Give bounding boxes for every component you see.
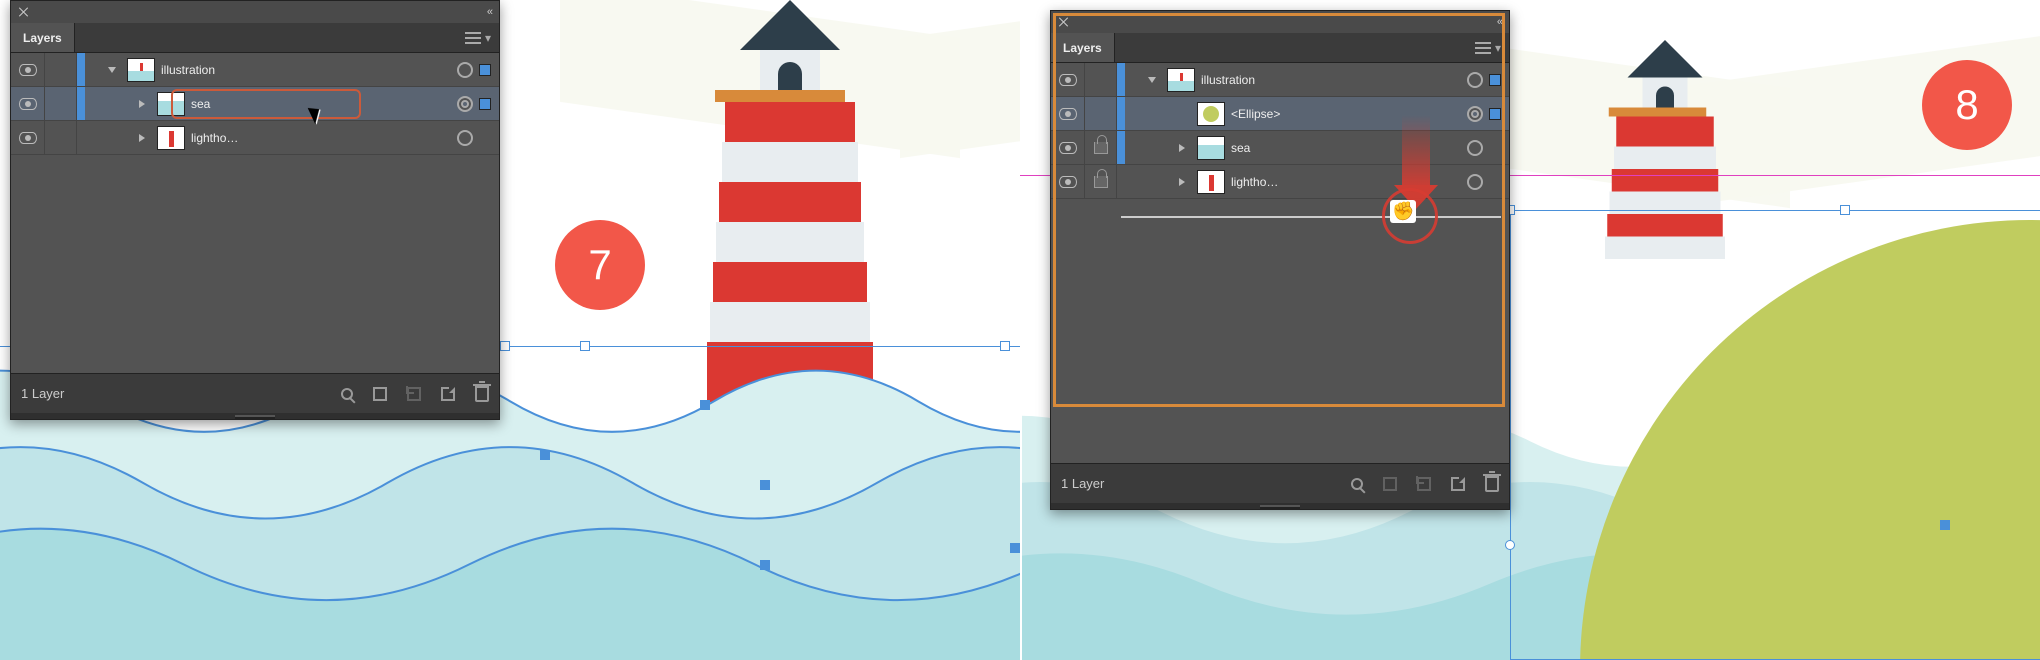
target-icon[interactable] <box>457 62 473 78</box>
layer-color-chip <box>1489 108 1501 120</box>
layer-name-label: illustration <box>1201 73 1461 87</box>
anchor-point[interactable] <box>1010 543 1020 553</box>
new-layer-icon[interactable] <box>1451 477 1465 491</box>
layer-name-label[interactable]: sea <box>191 97 451 111</box>
lock-toggle-icon[interactable] <box>1085 165 1117 198</box>
visibility-toggle-icon[interactable] <box>19 98 37 110</box>
layer-row-illustration[interactable]: illustration <box>11 53 499 87</box>
layer-row-sea[interactable]: sea <box>11 87 499 121</box>
grab-cursor-icon: ✊ <box>1390 200 1416 223</box>
delete-layer-icon[interactable] <box>1485 476 1499 492</box>
layer-row-lighthouse[interactable]: lightho… <box>11 121 499 155</box>
panel-menu-button[interactable]: ▾ <box>457 23 499 52</box>
anchor-point[interactable] <box>700 400 710 410</box>
layer-count-label: 1 Layer <box>1061 476 1104 491</box>
panel-resize-grip[interactable] <box>1051 503 1509 509</box>
layer-thumbnail <box>1197 102 1225 126</box>
delete-layer-icon[interactable] <box>475 386 489 402</box>
lock-column[interactable] <box>1085 97 1117 130</box>
layer-row-sea[interactable]: sea <box>1051 131 1509 165</box>
lock-column[interactable] <box>45 53 77 86</box>
visibility-toggle-icon[interactable] <box>19 132 37 144</box>
make-clipping-mask-icon[interactable] <box>1383 477 1397 491</box>
center-point[interactable] <box>1940 520 1950 530</box>
selection-handle[interactable] <box>500 341 510 351</box>
target-icon[interactable] <box>457 96 473 112</box>
layer-color-chip <box>479 98 491 110</box>
visibility-toggle-icon[interactable] <box>19 64 37 76</box>
target-icon[interactable] <box>1467 174 1483 190</box>
lock-column[interactable] <box>1085 63 1117 96</box>
locate-object-icon[interactable] <box>341 388 353 400</box>
lock-column[interactable] <box>45 87 77 120</box>
layers-list: illustration sea <box>11 53 499 373</box>
drop-indicator <box>1121 216 1501 218</box>
layer-name-label: lightho… <box>191 131 451 145</box>
make-clipping-mask-icon[interactable] <box>373 387 387 401</box>
layer-row-lighthouse[interactable]: lightho… <box>1051 165 1509 199</box>
layer-color-chip <box>1489 74 1501 86</box>
layer-count-label: 1 Layer <box>21 386 64 401</box>
close-icon[interactable] <box>1057 15 1071 29</box>
layer-thumbnail <box>157 92 185 116</box>
target-icon[interactable] <box>457 130 473 146</box>
target-icon[interactable] <box>1467 72 1483 88</box>
step-badge-8: 8 <box>1922 60 2012 150</box>
selection-bounds <box>1510 210 2040 660</box>
layer-color-chip <box>479 64 491 76</box>
lock-column[interactable] <box>45 121 77 154</box>
step-badge-7: 7 <box>555 220 645 310</box>
screenshot-divider <box>1020 0 1022 660</box>
collapse-icon[interactable]: « <box>1497 16 1503 28</box>
layer-thumbnail <box>1197 136 1225 160</box>
disclosure-triangle-icon[interactable] <box>1179 178 1185 186</box>
visibility-toggle-icon[interactable] <box>1059 108 1077 120</box>
selection-handle[interactable] <box>1840 205 1850 215</box>
panel-menu-button[interactable]: ▾ <box>1467 33 1509 62</box>
create-sublayer-icon[interactable] <box>1417 477 1431 491</box>
layers-tab[interactable]: Layers <box>1051 33 1115 62</box>
anchor-point[interactable] <box>760 480 770 490</box>
canvas-step-8: 8 « Layers ▾ illustration <box>1020 0 2040 660</box>
layers-tab[interactable]: Layers <box>11 23 75 52</box>
disclosure-triangle-icon[interactable] <box>1148 77 1156 83</box>
layers-panel: « Layers ▾ illustration <box>1050 10 1510 510</box>
layer-row-illustration[interactable]: illustration <box>1051 63 1509 97</box>
layers-list: illustration <Ellipse> <box>1051 63 1509 463</box>
anchor-point[interactable] <box>760 560 770 570</box>
collapse-icon[interactable]: « <box>487 6 493 18</box>
visibility-toggle-icon[interactable] <box>1059 142 1077 154</box>
close-icon[interactable] <box>17 5 31 19</box>
visibility-toggle-icon[interactable] <box>1059 74 1077 86</box>
create-sublayer-icon[interactable] <box>407 387 421 401</box>
disclosure-triangle-icon[interactable] <box>108 67 116 73</box>
new-layer-icon[interactable] <box>441 387 455 401</box>
layer-thumbnail <box>1167 68 1195 92</box>
layer-name-label: illustration <box>161 63 451 77</box>
layer-row-ellipse[interactable]: <Ellipse> <box>1051 97 1509 131</box>
panel-resize-grip[interactable] <box>11 413 499 419</box>
layers-panel: « Layers ▾ illustration <box>10 0 500 420</box>
disclosure-triangle-icon[interactable] <box>139 100 145 108</box>
target-icon[interactable] <box>1467 106 1483 122</box>
anchor-point[interactable] <box>540 450 550 460</box>
visibility-toggle-icon[interactable] <box>1059 176 1077 188</box>
disclosure-triangle-icon[interactable] <box>1179 144 1185 152</box>
layer-thumbnail <box>157 126 185 150</box>
disclosure-triangle-icon[interactable] <box>139 134 145 142</box>
layer-thumbnail <box>127 58 155 82</box>
selection-handle[interactable] <box>1505 540 1515 550</box>
target-icon[interactable] <box>1467 140 1483 156</box>
selection-handle[interactable] <box>1000 341 1010 351</box>
canvas-step-7: 7 « Layers ▾ illustration <box>0 0 1020 660</box>
layer-thumbnail <box>1197 170 1225 194</box>
lock-toggle-icon[interactable] <box>1085 131 1117 164</box>
locate-object-icon[interactable] <box>1351 478 1363 490</box>
selection-handle[interactable] <box>580 341 590 351</box>
